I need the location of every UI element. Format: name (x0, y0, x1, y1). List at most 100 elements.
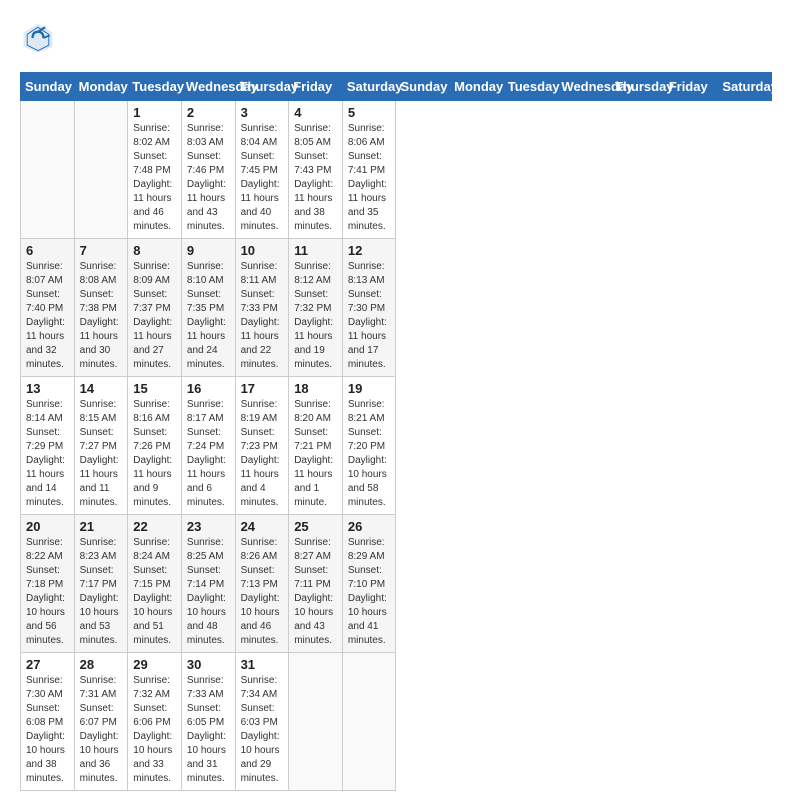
day-number: 27 (26, 657, 69, 672)
calendar-cell: 18 Sunrise: 8:20 AM Sunset: 7:21 PM Dayli… (289, 377, 343, 515)
col-header-monday: Monday (450, 73, 504, 101)
calendar-cell: 19 Sunrise: 8:21 AM Sunset: 7:20 PM Dayli… (342, 377, 396, 515)
calendar-cell: 20Sunrise: 8:22 AM Sunset: 7:18 PM Dayli… (21, 515, 75, 653)
page-header (20, 20, 772, 56)
day-number: 12 (348, 243, 391, 258)
cell-content: Sunrise: 8:03 AM Sunset: 7:46 PM Dayligh… (187, 122, 230, 234)
calendar-cell: 16 Sunrise: 8:17 AM Sunset: 7:24 PM Dayli… (181, 377, 235, 515)
cell-content: Sunrise: 8:17 AM Sunset: 7:24 PM Dayligh… (187, 398, 230, 510)
cell-content: Sunrise: 8:15 AM Sunset: 7:27 PM Dayligh… (80, 398, 123, 510)
day-number: 8 (133, 243, 176, 258)
week-row-3: 13 Sunrise: 8:14 AM Sunset: 7:29 PM Dayli… (21, 377, 772, 515)
logo-icon (20, 20, 56, 56)
day-number: 14 (80, 381, 123, 396)
day-number: 19 (348, 381, 391, 396)
day-number: 18 (294, 381, 337, 396)
day-number: 5 (348, 105, 391, 120)
week-row-4: 20Sunrise: 8:22 AM Sunset: 7:18 PM Dayli… (21, 515, 772, 653)
col-header-tuesday: Tuesday (503, 73, 557, 101)
cell-content: Sunrise: 8:23 AM Sunset: 7:17 PM Dayligh… (80, 536, 123, 648)
cell-content: Sunrise: 8:09 AM Sunset: 7:37 PM Dayligh… (133, 260, 176, 372)
calendar-cell (289, 653, 343, 791)
cell-content: Sunrise: 8:26 AM Sunset: 7:13 PM Dayligh… (241, 536, 284, 648)
calendar-cell: 26 Sunrise: 8:29 AM Sunset: 7:10 PM Dayli… (342, 515, 396, 653)
cell-content: Sunrise: 8:14 AM Sunset: 7:29 PM Dayligh… (26, 398, 69, 510)
day-number: 31 (241, 657, 284, 672)
col-header-friday: Friday (289, 73, 343, 101)
cell-content: Sunrise: 8:08 AM Sunset: 7:38 PM Dayligh… (80, 260, 123, 372)
day-number: 16 (187, 381, 230, 396)
day-number: 21 (80, 519, 123, 534)
calendar-cell: 31 Sunrise: 7:34 AM Sunset: 6:03 PM Dayli… (235, 653, 289, 791)
col-header-thursday: Thursday (235, 73, 289, 101)
day-number: 2 (187, 105, 230, 120)
cell-content: Sunrise: 8:27 AM Sunset: 7:11 PM Dayligh… (294, 536, 337, 648)
cell-content: Sunrise: 8:06 AM Sunset: 7:41 PM Dayligh… (348, 122, 391, 234)
week-row-2: 6 Sunrise: 8:07 AM Sunset: 7:40 PM Daylig… (21, 239, 772, 377)
calendar-table: SundayMondayTuesdayWednesdayThursdayFrid… (20, 72, 772, 791)
calendar-cell: 6 Sunrise: 8:07 AM Sunset: 7:40 PM Daylig… (21, 239, 75, 377)
day-number: 28 (80, 657, 123, 672)
calendar-cell: 13 Sunrise: 8:14 AM Sunset: 7:29 PM Dayli… (21, 377, 75, 515)
calendar-cell (74, 101, 128, 239)
calendar-cell: 24 Sunrise: 8:26 AM Sunset: 7:13 PM Dayli… (235, 515, 289, 653)
day-number: 26 (348, 519, 391, 534)
cell-content: Sunrise: 8:10 AM Sunset: 7:35 PM Dayligh… (187, 260, 230, 372)
col-header-friday: Friday (664, 73, 718, 101)
cell-content: Sunrise: 8:21 AM Sunset: 7:20 PM Dayligh… (348, 398, 391, 510)
day-number: 13 (26, 381, 69, 396)
day-number: 23 (187, 519, 230, 534)
calendar-cell (21, 101, 75, 239)
calendar-cell: 27Sunrise: 7:30 AM Sunset: 6:08 PM Dayli… (21, 653, 75, 791)
day-number: 4 (294, 105, 337, 120)
col-header-tuesday: Tuesday (128, 73, 182, 101)
day-number: 10 (241, 243, 284, 258)
cell-content: Sunrise: 8:02 AM Sunset: 7:48 PM Dayligh… (133, 122, 176, 234)
col-header-saturday: Saturday (718, 73, 772, 101)
day-number: 17 (241, 381, 284, 396)
day-number: 22 (133, 519, 176, 534)
cell-content: Sunrise: 8:12 AM Sunset: 7:32 PM Dayligh… (294, 260, 337, 372)
col-header-wednesday: Wednesday (181, 73, 235, 101)
cell-content: Sunrise: 8:29 AM Sunset: 7:10 PM Dayligh… (348, 536, 391, 648)
day-number: 1 (133, 105, 176, 120)
calendar-cell: 28 Sunrise: 7:31 AM Sunset: 6:07 PM Dayli… (74, 653, 128, 791)
calendar-cell: 22 Sunrise: 8:24 AM Sunset: 7:15 PM Dayli… (128, 515, 182, 653)
calendar-cell: 7Sunrise: 8:08 AM Sunset: 7:38 PM Daylig… (74, 239, 128, 377)
cell-content: Sunrise: 7:34 AM Sunset: 6:03 PM Dayligh… (241, 674, 284, 786)
calendar-cell: 11 Sunrise: 8:12 AM Sunset: 7:32 PM Dayli… (289, 239, 343, 377)
day-number: 11 (294, 243, 337, 258)
cell-content: Sunrise: 8:16 AM Sunset: 7:26 PM Dayligh… (133, 398, 176, 510)
cell-content: Sunrise: 8:07 AM Sunset: 7:40 PM Dayligh… (26, 260, 69, 372)
cell-content: Sunrise: 8:05 AM Sunset: 7:43 PM Dayligh… (294, 122, 337, 234)
day-number: 15 (133, 381, 176, 396)
calendar-cell: 25Sunrise: 8:27 AM Sunset: 7:11 PM Dayli… (289, 515, 343, 653)
calendar-cell: 30 Sunrise: 7:33 AM Sunset: 6:05 PM Dayli… (181, 653, 235, 791)
calendar-cell: 17Sunrise: 8:19 AM Sunset: 7:23 PM Dayli… (235, 377, 289, 515)
day-number: 29 (133, 657, 176, 672)
week-row-1: 1 Sunrise: 8:02 AM Sunset: 7:48 PM Daylig… (21, 101, 772, 239)
day-number: 20 (26, 519, 69, 534)
cell-content: Sunrise: 8:25 AM Sunset: 7:14 PM Dayligh… (187, 536, 230, 648)
calendar-cell: 2 Sunrise: 8:03 AM Sunset: 7:46 PM Daylig… (181, 101, 235, 239)
col-header-thursday: Thursday (611, 73, 665, 101)
day-number: 30 (187, 657, 230, 672)
calendar-cell: 21 Sunrise: 8:23 AM Sunset: 7:17 PM Dayli… (74, 515, 128, 653)
day-number: 6 (26, 243, 69, 258)
calendar-cell: 29Sunrise: 7:32 AM Sunset: 6:06 PM Dayli… (128, 653, 182, 791)
day-number: 24 (241, 519, 284, 534)
day-number: 3 (241, 105, 284, 120)
calendar-cell: 1 Sunrise: 8:02 AM Sunset: 7:48 PM Daylig… (128, 101, 182, 239)
calendar-cell: 10 Sunrise: 8:11 AM Sunset: 7:33 PM Dayli… (235, 239, 289, 377)
calendar-cell (342, 653, 396, 791)
cell-content: Sunrise: 8:24 AM Sunset: 7:15 PM Dayligh… (133, 536, 176, 648)
cell-content: Sunrise: 7:33 AM Sunset: 6:05 PM Dayligh… (187, 674, 230, 786)
day-number: 9 (187, 243, 230, 258)
calendar-cell: 4 Sunrise: 8:05 AM Sunset: 7:43 PM Daylig… (289, 101, 343, 239)
col-header-wednesday: Wednesday (557, 73, 611, 101)
cell-content: Sunrise: 8:11 AM Sunset: 7:33 PM Dayligh… (241, 260, 284, 372)
col-header-monday: Monday (74, 73, 128, 101)
cell-content: Sunrise: 7:31 AM Sunset: 6:07 PM Dayligh… (80, 674, 123, 786)
cell-content: Sunrise: 8:20 AM Sunset: 7:21 PM Dayligh… (294, 398, 337, 510)
week-row-5: 27Sunrise: 7:30 AM Sunset: 6:08 PM Dayli… (21, 653, 772, 791)
